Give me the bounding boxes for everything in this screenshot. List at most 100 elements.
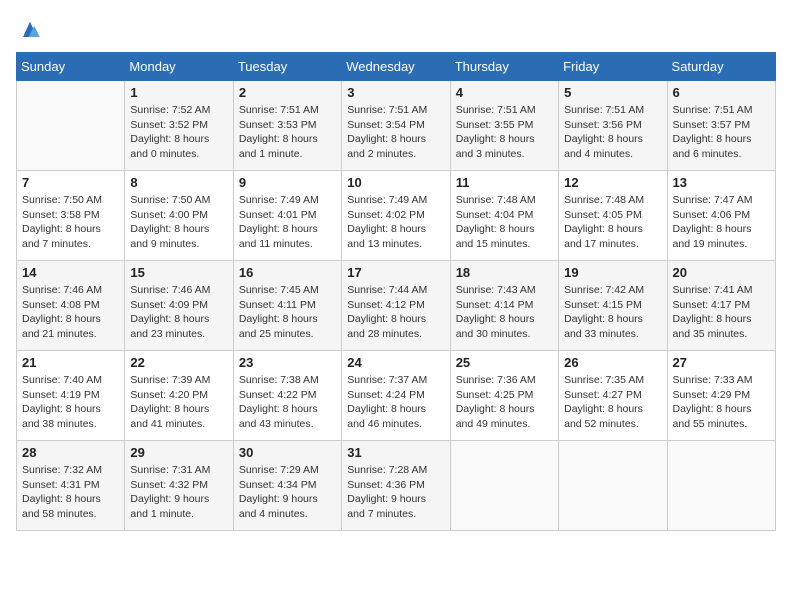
day-number: 29 (130, 445, 227, 460)
day-number: 6 (673, 85, 770, 100)
day-info: Sunrise: 7:51 AM Sunset: 3:57 PM Dayligh… (673, 103, 770, 162)
day-info: Sunrise: 7:29 AM Sunset: 4:34 PM Dayligh… (239, 463, 336, 522)
day-of-week-header: Monday (125, 53, 233, 81)
day-info: Sunrise: 7:48 AM Sunset: 4:04 PM Dayligh… (456, 193, 553, 252)
day-info: Sunrise: 7:41 AM Sunset: 4:17 PM Dayligh… (673, 283, 770, 342)
day-number: 28 (22, 445, 119, 460)
calendar-cell: 22 Sunrise: 7:39 AM Sunset: 4:20 PM Dayli… (125, 351, 233, 441)
calendar-cell: 12 Sunrise: 7:48 AM Sunset: 4:05 PM Dayli… (559, 171, 667, 261)
day-of-week-header: Friday (559, 53, 667, 81)
calendar-cell: 30 Sunrise: 7:29 AM Sunset: 4:34 PM Dayli… (233, 441, 341, 531)
day-number: 10 (347, 175, 444, 190)
calendar-cell: 8 Sunrise: 7:50 AM Sunset: 4:00 PM Daylig… (125, 171, 233, 261)
day-info: Sunrise: 7:46 AM Sunset: 4:09 PM Dayligh… (130, 283, 227, 342)
day-info: Sunrise: 7:50 AM Sunset: 3:58 PM Dayligh… (22, 193, 119, 252)
day-number: 22 (130, 355, 227, 370)
day-info: Sunrise: 7:44 AM Sunset: 4:12 PM Dayligh… (347, 283, 444, 342)
calendar-header: SundayMondayTuesdayWednesdayThursdayFrid… (17, 53, 776, 81)
logo (16, 16, 48, 44)
calendar-table: SundayMondayTuesdayWednesdayThursdayFrid… (16, 52, 776, 531)
day-info: Sunrise: 7:51 AM Sunset: 3:54 PM Dayligh… (347, 103, 444, 162)
page-header (16, 16, 776, 44)
day-info: Sunrise: 7:51 AM Sunset: 3:56 PM Dayligh… (564, 103, 661, 162)
day-of-week-header: Tuesday (233, 53, 341, 81)
calendar-cell (17, 81, 125, 171)
calendar-cell: 6 Sunrise: 7:51 AM Sunset: 3:57 PM Daylig… (667, 81, 775, 171)
day-info: Sunrise: 7:38 AM Sunset: 4:22 PM Dayligh… (239, 373, 336, 432)
calendar-cell: 28 Sunrise: 7:32 AM Sunset: 4:31 PM Dayli… (17, 441, 125, 531)
day-number: 1 (130, 85, 227, 100)
day-number: 16 (239, 265, 336, 280)
day-info: Sunrise: 7:40 AM Sunset: 4:19 PM Dayligh… (22, 373, 119, 432)
calendar-cell: 1 Sunrise: 7:52 AM Sunset: 3:52 PM Daylig… (125, 81, 233, 171)
day-info: Sunrise: 7:32 AM Sunset: 4:31 PM Dayligh… (22, 463, 119, 522)
day-of-week-header: Sunday (17, 53, 125, 81)
day-info: Sunrise: 7:50 AM Sunset: 4:00 PM Dayligh… (130, 193, 227, 252)
day-info: Sunrise: 7:45 AM Sunset: 4:11 PM Dayligh… (239, 283, 336, 342)
calendar-cell: 27 Sunrise: 7:33 AM Sunset: 4:29 PM Dayli… (667, 351, 775, 441)
day-info: Sunrise: 7:52 AM Sunset: 3:52 PM Dayligh… (130, 103, 227, 162)
day-number: 5 (564, 85, 661, 100)
calendar-cell: 29 Sunrise: 7:31 AM Sunset: 4:32 PM Dayli… (125, 441, 233, 531)
calendar-cell: 18Sunrise: 7:43 AM Sunset: 4:14 PM Dayli… (450, 261, 558, 351)
calendar-cell: 20 Sunrise: 7:41 AM Sunset: 4:17 PM Dayli… (667, 261, 775, 351)
day-number: 12 (564, 175, 661, 190)
calendar-cell: 13Sunrise: 7:47 AM Sunset: 4:06 PM Dayli… (667, 171, 775, 261)
day-number: 31 (347, 445, 444, 460)
day-number: 2 (239, 85, 336, 100)
calendar-cell (559, 441, 667, 531)
day-number: 21 (22, 355, 119, 370)
calendar-cell: 2 Sunrise: 7:51 AM Sunset: 3:53 PM Daylig… (233, 81, 341, 171)
day-number: 14 (22, 265, 119, 280)
day-info: Sunrise: 7:49 AM Sunset: 4:01 PM Dayligh… (239, 193, 336, 252)
day-info: Sunrise: 7:36 AM Sunset: 4:25 PM Dayligh… (456, 373, 553, 432)
calendar-cell: 4Sunrise: 7:51 AM Sunset: 3:55 PM Daylig… (450, 81, 558, 171)
day-info: Sunrise: 7:39 AM Sunset: 4:20 PM Dayligh… (130, 373, 227, 432)
calendar-cell: 15 Sunrise: 7:46 AM Sunset: 4:09 PM Dayli… (125, 261, 233, 351)
calendar-cell: 23 Sunrise: 7:38 AM Sunset: 4:22 PM Dayli… (233, 351, 341, 441)
day-info: Sunrise: 7:51 AM Sunset: 3:55 PM Dayligh… (456, 103, 553, 162)
day-info: Sunrise: 7:31 AM Sunset: 4:32 PM Dayligh… (130, 463, 227, 522)
day-info: Sunrise: 7:42 AM Sunset: 4:15 PM Dayligh… (564, 283, 661, 342)
calendar-cell: 26 Sunrise: 7:35 AM Sunset: 4:27 PM Dayli… (559, 351, 667, 441)
calendar-body: 1 Sunrise: 7:52 AM Sunset: 3:52 PM Daylig… (17, 81, 776, 531)
day-of-week-header: Thursday (450, 53, 558, 81)
day-info: Sunrise: 7:28 AM Sunset: 4:36 PM Dayligh… (347, 463, 444, 522)
day-info: Sunrise: 7:33 AM Sunset: 4:29 PM Dayligh… (673, 373, 770, 432)
day-number: 30 (239, 445, 336, 460)
logo-icon (16, 16, 44, 44)
day-info: Sunrise: 7:46 AM Sunset: 4:08 PM Dayligh… (22, 283, 119, 342)
day-number: 19 (564, 265, 661, 280)
day-of-week-header: Wednesday (342, 53, 450, 81)
calendar-cell: 14 Sunrise: 7:46 AM Sunset: 4:08 PM Dayli… (17, 261, 125, 351)
day-info: Sunrise: 7:49 AM Sunset: 4:02 PM Dayligh… (347, 193, 444, 252)
calendar-cell: 21 Sunrise: 7:40 AM Sunset: 4:19 PM Dayli… (17, 351, 125, 441)
calendar-cell: 3Sunrise: 7:51 AM Sunset: 3:54 PM Daylig… (342, 81, 450, 171)
calendar-cell: 11 Sunrise: 7:48 AM Sunset: 4:04 PM Dayli… (450, 171, 558, 261)
day-number: 23 (239, 355, 336, 370)
calendar-cell: 5 Sunrise: 7:51 AM Sunset: 3:56 PM Daylig… (559, 81, 667, 171)
day-number: 18 (456, 265, 553, 280)
day-number: 24 (347, 355, 444, 370)
calendar-cell: 24 Sunrise: 7:37 AM Sunset: 4:24 PM Dayli… (342, 351, 450, 441)
day-number: 8 (130, 175, 227, 190)
calendar-cell: 7Sunrise: 7:50 AM Sunset: 3:58 PM Daylig… (17, 171, 125, 261)
day-number: 13 (673, 175, 770, 190)
day-of-week-header: Saturday (667, 53, 775, 81)
day-number: 27 (673, 355, 770, 370)
day-info: Sunrise: 7:48 AM Sunset: 4:05 PM Dayligh… (564, 193, 661, 252)
calendar-cell: 10 Sunrise: 7:49 AM Sunset: 4:02 PM Dayli… (342, 171, 450, 261)
day-info: Sunrise: 7:37 AM Sunset: 4:24 PM Dayligh… (347, 373, 444, 432)
day-number: 20 (673, 265, 770, 280)
day-number: 17 (347, 265, 444, 280)
day-number: 11 (456, 175, 553, 190)
calendar-cell: 25Sunrise: 7:36 AM Sunset: 4:25 PM Dayli… (450, 351, 558, 441)
calendar-cell: 16 Sunrise: 7:45 AM Sunset: 4:11 PM Dayli… (233, 261, 341, 351)
day-number: 15 (130, 265, 227, 280)
day-number: 26 (564, 355, 661, 370)
calendar-cell: 31 Sunrise: 7:28 AM Sunset: 4:36 PM Dayli… (342, 441, 450, 531)
day-info: Sunrise: 7:51 AM Sunset: 3:53 PM Dayligh… (239, 103, 336, 162)
calendar-cell (667, 441, 775, 531)
day-info: Sunrise: 7:35 AM Sunset: 4:27 PM Dayligh… (564, 373, 661, 432)
day-number: 9 (239, 175, 336, 190)
